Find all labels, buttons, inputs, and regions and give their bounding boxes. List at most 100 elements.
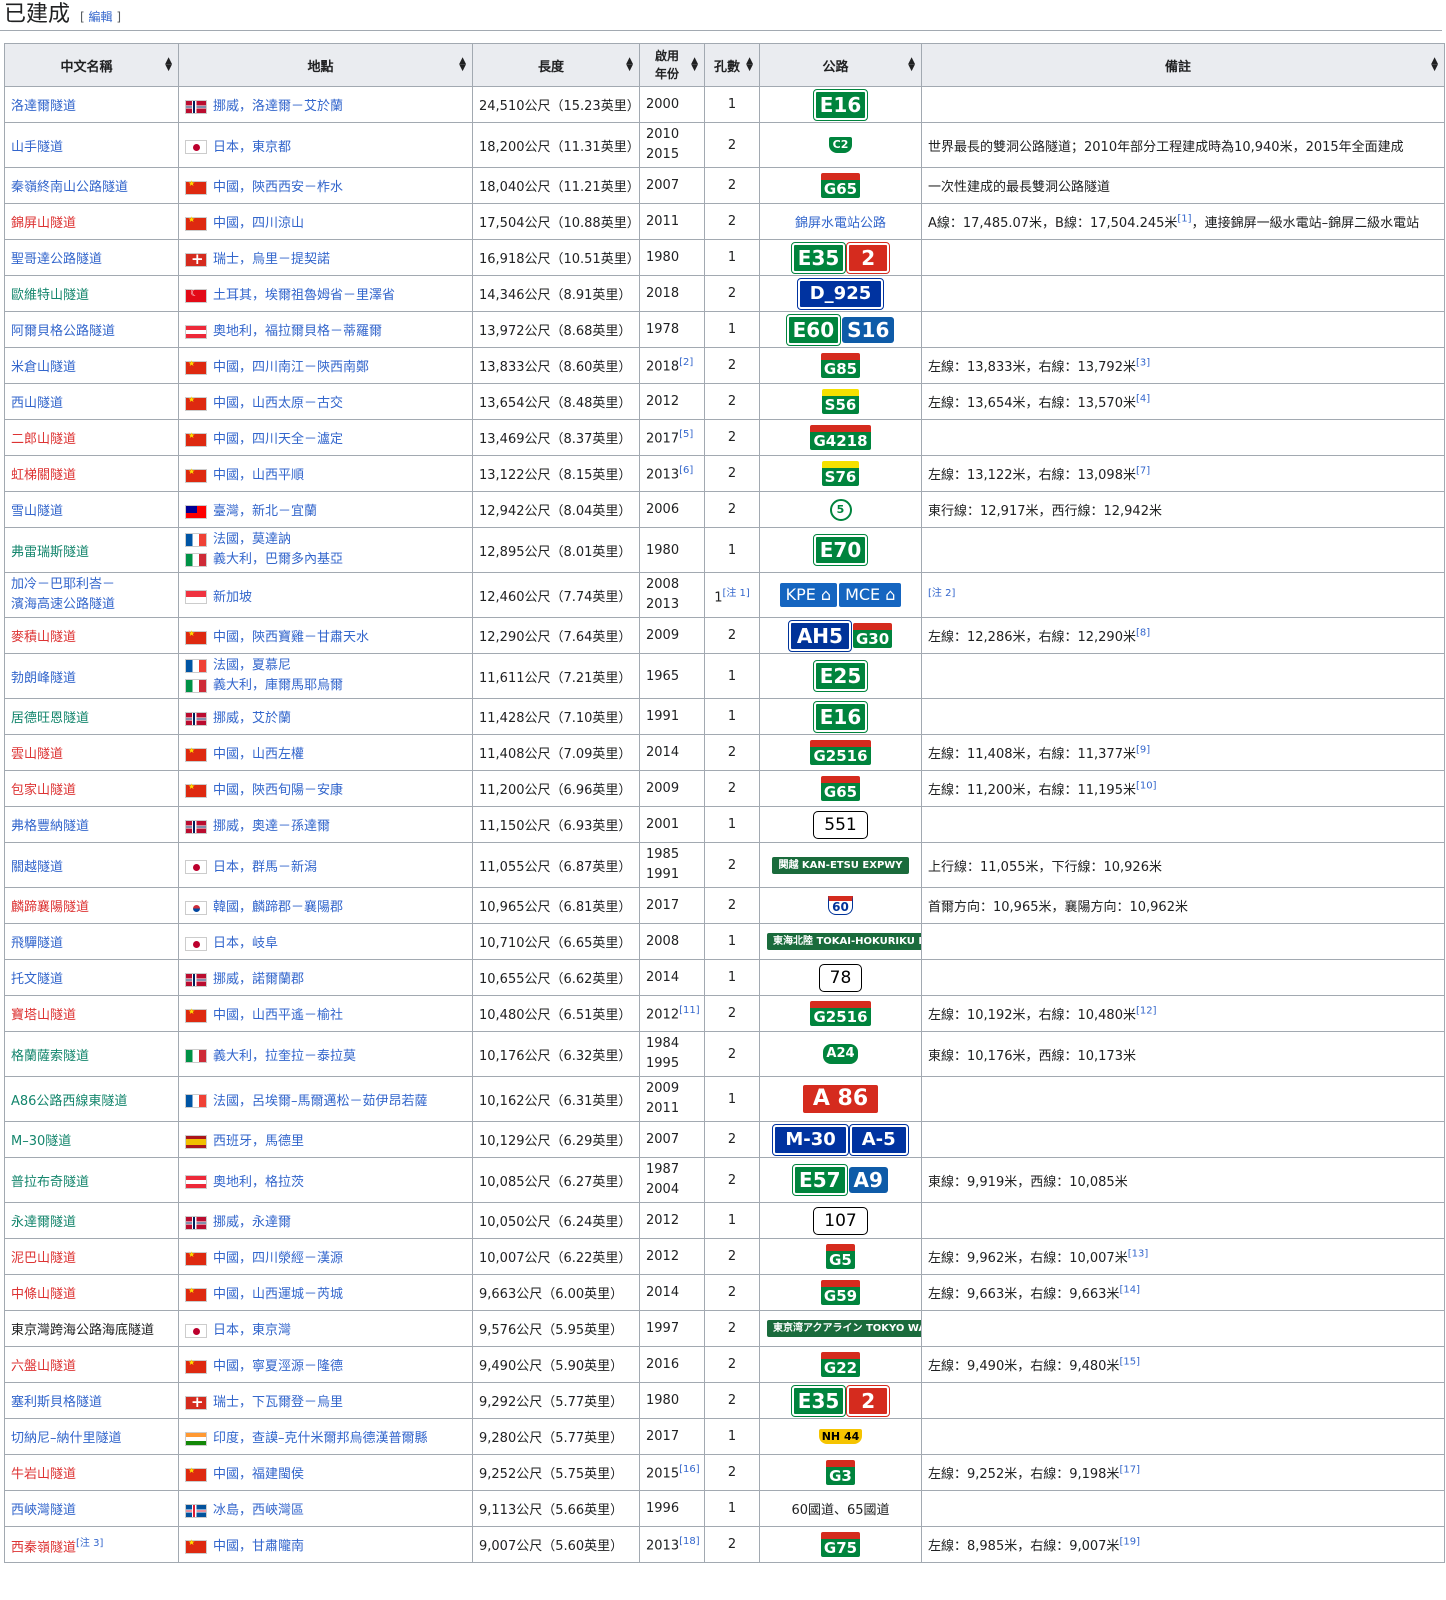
- footnote-link[interactable]: [9]: [1136, 745, 1150, 756]
- road-shield-icon[interactable]: G3: [826, 1460, 855, 1485]
- road-shield-icon[interactable]: 2: [846, 241, 891, 274]
- tunnel-name-link[interactable]: 米倉山隧道: [11, 360, 76, 375]
- road-shield-icon[interactable]: G22: [820, 1352, 861, 1377]
- location-link[interactable]: 挪威，永達爾: [213, 1215, 291, 1230]
- road-shield-icon[interactable]: E35: [790, 1384, 847, 1417]
- footnote-link[interactable]: [注 3]: [76, 1538, 103, 1549]
- location-link[interactable]: 中國，甘肅隴南: [213, 1539, 304, 1554]
- road-shield-icon[interactable]: E60: [785, 313, 842, 346]
- road-shield-icon[interactable]: 551: [813, 810, 868, 839]
- road-shield-icon[interactable]: G59: [820, 1280, 861, 1305]
- tunnel-name-link[interactable]: 東京灣跨海公路海底隧道: [11, 1323, 154, 1338]
- road-shield-icon[interactable]: 関越 KAN-ETSU EXPWY: [772, 856, 909, 874]
- location-link[interactable]: 挪威，洛達爾－艾於蘭: [213, 99, 343, 114]
- tunnel-name-link[interactable]: 寶塔山隧道: [11, 1008, 76, 1023]
- location-link[interactable]: 西班牙，馬德里: [213, 1134, 304, 1149]
- location-link[interactable]: 臺灣，新北－宜蘭: [213, 504, 317, 519]
- location-link[interactable]: 奧地利，福拉爾貝格－蒂羅爾: [213, 324, 382, 339]
- footnote-link[interactable]: [11]: [679, 1005, 700, 1016]
- location-link[interactable]: 中國，寧夏涇源－隆德: [213, 1359, 343, 1374]
- location-link[interactable]: 義大利，巴爾多內基亞: [213, 552, 343, 567]
- road-shield-icon[interactable]: M-30: [772, 1123, 849, 1156]
- tunnel-name-link[interactable]: 阿爾貝格公路隧道: [11, 324, 115, 339]
- road-shield-icon[interactable]: G30: [852, 623, 893, 648]
- tunnel-name-link[interactable]: 弗格豐納隧道: [11, 819, 89, 834]
- road-shield-icon[interactable]: G65: [820, 776, 861, 801]
- footnote-link[interactable]: [17]: [1119, 1465, 1140, 1476]
- footnote-link[interactable]: [1]: [1177, 214, 1191, 225]
- tunnel-name-link[interactable]: 山手隧道: [11, 140, 63, 155]
- tunnel-name-link[interactable]: 秦嶺終南山公路隧道: [11, 180, 128, 195]
- road-shield-icon[interactable]: A9: [848, 1167, 888, 1193]
- road-shield-icon[interactable]: 東京湾アクアライン TOKYO WAN AQUA-LINE EXPWY: [767, 1320, 921, 1337]
- location-link[interactable]: 法國，夏慕尼: [213, 658, 291, 673]
- footnote-link[interactable]: [12]: [1136, 1006, 1157, 1017]
- location-link[interactable]: 挪威，艾於蘭: [213, 711, 291, 726]
- footnote-link[interactable]: [注 1]: [722, 588, 749, 599]
- road-shield-icon[interactable]: 5: [829, 498, 852, 521]
- road-shield-icon[interactable]: 60: [828, 896, 853, 915]
- location-link[interactable]: 中國，四川南江－陝西南鄭: [213, 360, 369, 375]
- header-length[interactable]: 長度 ▲ ▼: [472, 43, 640, 87]
- location-link[interactable]: 瑞士，烏里－提契諾: [213, 252, 330, 267]
- location-link[interactable]: 挪威，奧達－孫達爾: [213, 819, 330, 834]
- location-link[interactable]: 冰島，西峽灣區: [213, 1503, 304, 1518]
- edit-link[interactable]: 編輯: [89, 10, 113, 24]
- road-shield-icon[interactable]: D_925: [796, 277, 885, 310]
- location-link[interactable]: 中國，山西左權: [213, 747, 304, 762]
- road-shield-icon[interactable]: 107: [813, 1206, 868, 1235]
- tunnel-name-link[interactable]: 西秦嶺隧道: [11, 1540, 76, 1555]
- tunnel-name-link[interactable]: 洛達爾隧道: [11, 99, 76, 114]
- location-link[interactable]: 法國，莫達訥: [213, 532, 291, 547]
- location-link[interactable]: 土耳其，埃爾祖魯姆省－里澤省: [213, 288, 395, 303]
- road-shield-icon[interactable]: G85: [820, 353, 861, 378]
- road-name[interactable]: 60國道、65國道: [791, 1503, 889, 1518]
- location-link[interactable]: 日本，東京灣: [213, 1323, 291, 1338]
- footnote-link[interactable]: [7]: [1136, 466, 1150, 477]
- footnote-link[interactable]: [注 2]: [928, 588, 955, 599]
- sort-icon[interactable]: ▲ ▼: [1431, 57, 1438, 73]
- sort-icon[interactable]: ▲ ▼: [459, 57, 466, 73]
- location-link[interactable]: 挪威，諾爾蘭郡: [213, 972, 304, 987]
- footnote-link[interactable]: [16]: [679, 1464, 700, 1475]
- footnote-link[interactable]: [2]: [679, 357, 693, 368]
- tunnel-name-link[interactable]: 麟蹄襄陽隧道: [11, 900, 89, 915]
- location-link[interactable]: 中國，山西運城－芮城: [213, 1287, 343, 1302]
- tunnel-name-link[interactable]: A86公路西線東隧道: [11, 1094, 127, 1109]
- tunnel-name-link[interactable]: 虹梯關隧道: [11, 468, 76, 483]
- road-shield-icon[interactable]: E70: [812, 534, 869, 566]
- road-shield-icon[interactable]: G5: [826, 1244, 855, 1269]
- sort-icon[interactable]: ▲ ▼: [165, 57, 172, 73]
- road-shield-icon[interactable]: E25: [812, 660, 869, 692]
- road-shield-icon[interactable]: 東海北陸 TOKAI-HOKURIKU EXPWY: [767, 933, 921, 950]
- road-shield-icon[interactable]: A24: [823, 1044, 858, 1064]
- tunnel-name-link[interactable]: 六盤山隧道: [11, 1359, 76, 1374]
- tunnel-name-link[interactable]: 牛岩山隧道: [11, 1467, 76, 1482]
- location-link[interactable]: 中國，山西平順: [213, 468, 304, 483]
- tunnel-name-link[interactable]: 加冷－巴耶利峇－: [11, 577, 115, 592]
- header-name[interactable]: 中文名稱 ▲ ▼: [4, 43, 179, 87]
- tunnel-name-link[interactable]: 塞利斯貝格隧道: [11, 1395, 102, 1410]
- road-shield-icon[interactable]: G2516: [810, 1001, 871, 1026]
- sort-icon[interactable]: ▲ ▼: [908, 57, 915, 73]
- tunnel-name-link[interactable]: 勃朗峰隧道: [11, 671, 76, 686]
- location-link[interactable]: 中國，陝西西安－柞水: [213, 180, 343, 195]
- location-link[interactable]: 中國，四川滎經－漢源: [213, 1251, 343, 1266]
- road-shield-icon[interactable]: AH5: [787, 619, 852, 652]
- tunnel-name-link[interactable]: 中條山隧道: [11, 1287, 76, 1302]
- header-notes[interactable]: 備註 ▲ ▼: [921, 43, 1445, 87]
- location-link[interactable]: 中國，山西平遙－榆社: [213, 1008, 343, 1023]
- location-link[interactable]: 中國，陝西寶雞－甘肅天水: [213, 630, 369, 645]
- road-name[interactable]: 錦屏水電站公路: [795, 216, 886, 231]
- footnote-link[interactable]: [15]: [1119, 1357, 1140, 1368]
- header-year[interactable]: 啟用 年份 ▲ ▼: [639, 43, 705, 87]
- header-road[interactable]: 公路 ▲ ▼: [759, 43, 922, 87]
- location-link[interactable]: 中國，山西太原－古交: [213, 396, 343, 411]
- footnote-link[interactable]: [18]: [679, 1536, 700, 1547]
- tunnel-name-link[interactable]: 格蘭薩索隧道: [11, 1049, 89, 1064]
- road-shield-icon[interactable]: S76: [821, 461, 860, 486]
- location-link[interactable]: 中國，四川天全－瀘定: [213, 432, 343, 447]
- road-shield-icon[interactable]: E16: [812, 88, 869, 121]
- location-link[interactable]: 印度，查謨–克什米爾邦烏德漢普爾縣: [213, 1431, 428, 1446]
- location-link[interactable]: 韓國，麟蹄郡－襄陽郡: [213, 900, 343, 915]
